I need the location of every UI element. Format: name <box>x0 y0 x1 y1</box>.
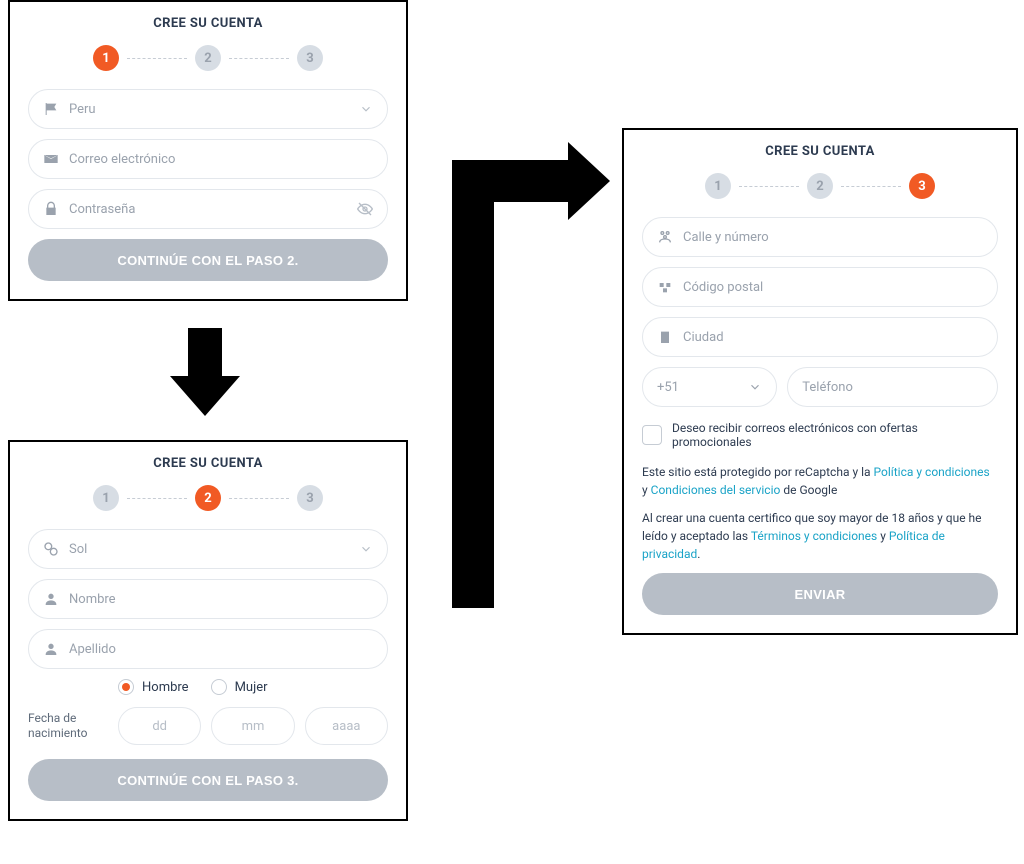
city-field[interactable]: Ciudad <box>642 317 998 357</box>
person-icon <box>43 641 59 657</box>
checkbox-icon <box>642 425 662 445</box>
step-separator <box>127 498 187 499</box>
chevron-down-icon <box>748 380 762 394</box>
dob-day-field[interactable]: dd <box>118 707 201 745</box>
country-value: Peru <box>69 102 349 117</box>
continue-step3-button[interactable]: CONTINÚE CON EL PASO 3. <box>28 759 388 801</box>
radio-unselected-icon <box>211 679 227 695</box>
radio-selected-icon <box>118 679 134 695</box>
country-select[interactable]: Peru <box>28 89 388 129</box>
dob-label: Fecha de nacimiento <box>28 711 108 741</box>
street-field[interactable]: Calle y número <box>642 217 998 257</box>
step-indicator: 1 2 3 <box>642 173 998 199</box>
currency-value: Sol <box>69 542 349 557</box>
mail-icon <box>43 151 59 167</box>
lastname-field[interactable]: Apellido <box>28 629 388 669</box>
phone-prefix-value: +51 <box>657 380 679 395</box>
signup-step1-panel: CREE SU CUENTA 1 2 3 Peru Correo electró… <box>8 0 408 301</box>
chevron-down-icon <box>359 542 373 556</box>
password-field[interactable]: Contraseña <box>28 189 388 229</box>
city-placeholder: Ciudad <box>683 330 983 345</box>
dob-month-field[interactable]: mm <box>211 707 294 745</box>
address-icon <box>657 229 673 245</box>
street-placeholder: Calle y número <box>683 230 983 245</box>
person-icon <box>43 591 59 607</box>
step-separator <box>127 58 187 59</box>
zip-icon <box>657 279 673 295</box>
gender-radio-group: Hombre Mujer <box>118 679 388 695</box>
step-separator <box>229 498 289 499</box>
step-indicator: 1 2 3 <box>28 45 388 71</box>
arrow-down-icon <box>170 328 240 423</box>
step-1-badge: 1 <box>93 485 119 511</box>
firstname-field[interactable]: Nombre <box>28 579 388 619</box>
eye-off-icon[interactable] <box>357 201 373 217</box>
service-conditions-link[interactable]: Condiciones del servicio <box>651 483 781 497</box>
signup-step2-panel: CREE SU CUENTA 1 2 3 Sol Nombre Apellido… <box>8 440 408 821</box>
phone-field[interactable]: Teléfono <box>787 367 998 407</box>
step-separator <box>841 186 901 187</box>
gender-female-radio[interactable]: Mujer <box>211 679 268 695</box>
promo-checkbox-row[interactable]: Deseo recibir correos electrónicos con o… <box>642 421 998 449</box>
step-2-badge: 2 <box>807 173 833 199</box>
gender-female-label: Mujer <box>235 680 268 695</box>
chevron-down-icon <box>359 102 373 116</box>
currency-select[interactable]: Sol <box>28 529 388 569</box>
terms-link[interactable]: Términos y condiciones <box>751 529 877 543</box>
gender-male-label: Hombre <box>142 680 189 695</box>
step-separator <box>229 58 289 59</box>
step-1-badge: 1 <box>93 45 119 71</box>
step-2-badge: 2 <box>195 45 221 71</box>
panel-title: CREE SU CUENTA <box>28 16 388 31</box>
panel-title: CREE SU CUENTA <box>642 144 998 159</box>
step-3-badge: 3 <box>297 485 323 511</box>
age-legal-text: Al crear una cuenta certifico que soy ma… <box>642 509 998 563</box>
email-placeholder: Correo electrónico <box>69 152 373 167</box>
phone-placeholder: Teléfono <box>802 380 853 395</box>
lock-icon <box>43 201 59 217</box>
phone-row: +51 Teléfono <box>642 367 998 407</box>
password-placeholder: Contraseña <box>69 202 347 217</box>
zip-field[interactable]: Código postal <box>642 267 998 307</box>
building-icon <box>657 329 673 345</box>
step-3-badge: 3 <box>909 173 935 199</box>
signup-step3-panel: CREE SU CUENTA 1 2 3 Calle y número Códi… <box>622 128 1018 635</box>
flag-icon <box>43 101 59 117</box>
step-3-badge: 3 <box>297 45 323 71</box>
continue-step2-button[interactable]: CONTINÚE CON EL PASO 2. <box>28 239 388 281</box>
firstname-placeholder: Nombre <box>69 592 373 607</box>
phone-prefix-select[interactable]: +51 <box>642 367 777 407</box>
dob-row: Fecha de nacimiento dd mm aaaa <box>28 707 388 745</box>
recaptcha-legal-text: Este sitio está protegido por reCaptcha … <box>642 463 998 499</box>
lastname-placeholder: Apellido <box>69 642 373 657</box>
step-separator <box>739 186 799 187</box>
submit-button[interactable]: ENVIAR <box>642 573 998 615</box>
policy-link[interactable]: Política y condiciones <box>874 465 990 479</box>
panel-title: CREE SU CUENTA <box>28 456 388 471</box>
coins-icon <box>43 541 59 557</box>
step-2-badge: 2 <box>195 485 221 511</box>
gender-male-radio[interactable]: Hombre <box>118 679 189 695</box>
step-1-badge: 1 <box>705 173 731 199</box>
zip-placeholder: Código postal <box>683 280 983 295</box>
dob-year-field[interactable]: aaaa <box>305 707 388 745</box>
email-field[interactable]: Correo electrónico <box>28 139 388 179</box>
step-indicator: 1 2 3 <box>28 485 388 511</box>
promo-label: Deseo recibir correos electrónicos con o… <box>672 421 998 449</box>
